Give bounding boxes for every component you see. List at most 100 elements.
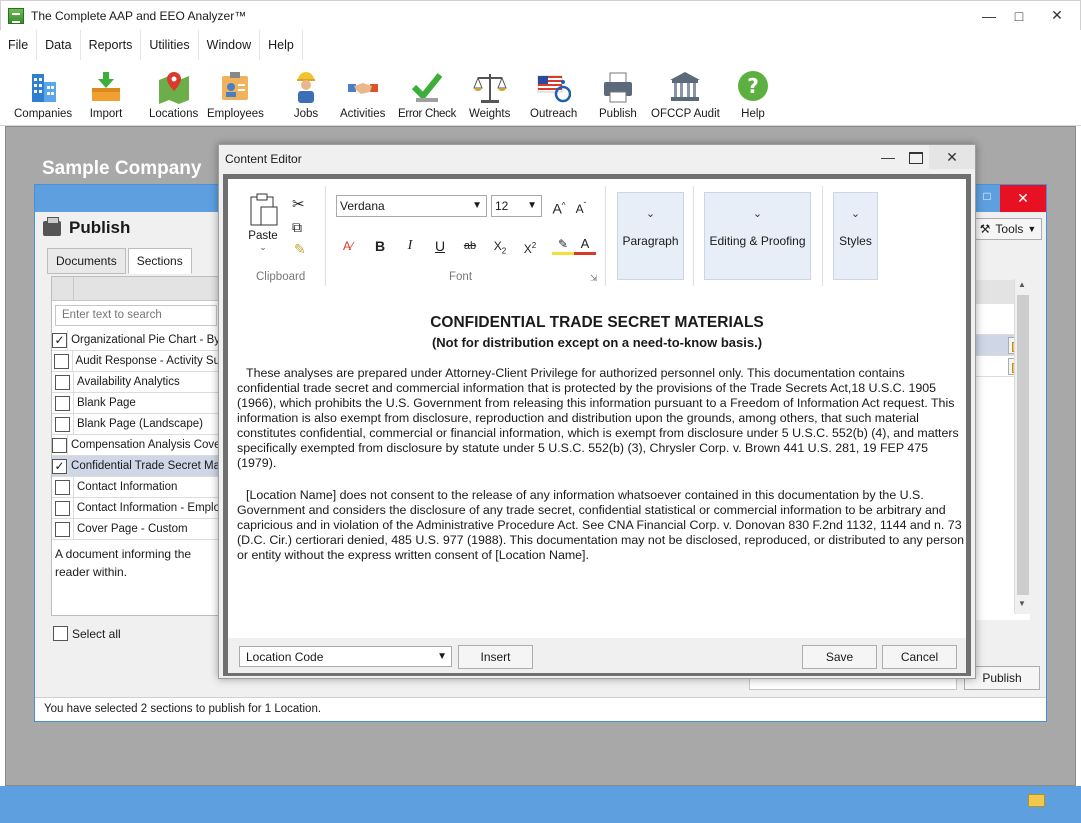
publish-close-button[interactable]: ✕: [1000, 185, 1046, 212]
close-button[interactable]: ✕: [1034, 1, 1080, 30]
menu-help[interactable]: Help: [260, 30, 302, 60]
strikethrough-icon[interactable]: ab: [459, 235, 481, 257]
toolbar-help[interactable]: ? Help: [736, 70, 770, 120]
section-checkbox[interactable]: [54, 500, 70, 516]
toolbar-locations[interactable]: Locations: [149, 70, 198, 120]
tab-sections[interactable]: Sections: [127, 248, 192, 274]
list-item[interactable]: Blank Page: [52, 392, 220, 414]
chevron-down-icon: ▼: [437, 651, 447, 662]
toolbar-import[interactable]: Import: [89, 70, 123, 120]
buildings-icon: [26, 70, 60, 104]
courthouse-icon: [668, 70, 702, 104]
list-item[interactable]: Cover Page - Custom: [52, 518, 220, 540]
section-checkbox[interactable]: [55, 416, 70, 432]
section-checkbox[interactable]: [55, 374, 70, 390]
select-all[interactable]: Select all: [53, 626, 121, 641]
section-description: A document informing the reader within.: [55, 547, 192, 579]
clear-format-icon[interactable]: A∕: [337, 235, 359, 257]
section-checkbox[interactable]: [52, 437, 67, 453]
toolbar-publish[interactable]: Publish: [599, 70, 637, 120]
bold-icon[interactable]: B: [369, 235, 391, 257]
scroll-down-icon[interactable]: ▼: [1018, 599, 1026, 608]
highlight-icon[interactable]: ✎: [552, 235, 574, 255]
cut-icon[interactable]: ✂: [292, 195, 305, 213]
toolbar-jobs[interactable]: Jobs: [289, 70, 323, 120]
toolbar-outreach[interactable]: Outreach: [530, 70, 577, 120]
font-dialog-launcher-icon[interactable]: ⇲: [590, 273, 598, 284]
copy-icon[interactable]: ⧉: [292, 219, 302, 236]
list-item[interactable]: Contact Information - Emplo: [52, 497, 220, 519]
status-bar: You have selected 2 sections to publish …: [35, 697, 1046, 721]
list-item[interactable]: Audit Response - Activity Su: [52, 350, 220, 372]
subscript-icon[interactable]: X2: [489, 235, 511, 257]
toolbar-companies[interactable]: Companies: [14, 70, 72, 120]
tab-documents[interactable]: Documents: [47, 248, 126, 274]
font-name-select[interactable]: Verdana ▼: [336, 195, 487, 217]
toolbar-ofccp-audit[interactable]: OFCCP Audit: [651, 70, 720, 120]
format-painter-icon[interactable]: ✎: [294, 241, 306, 258]
toolbar-error-check[interactable]: Error Check: [398, 70, 456, 120]
section-label: Organizational Pie Chart - By: [71, 334, 220, 346]
publish-maximize-button[interactable]: □: [978, 189, 996, 207]
tools-dropdown[interactable]: ⚒ Tools ▼: [974, 218, 1042, 240]
section-label: Blank Page (Landscape): [77, 418, 203, 430]
scrollbar-thumb[interactable]: [1017, 295, 1029, 595]
section-checkbox[interactable]: [55, 395, 70, 411]
printer-icon: [43, 216, 61, 236]
toolbar-weights[interactable]: Weights: [469, 70, 510, 120]
paragraph-group[interactable]: ⌄ Paragraph: [617, 192, 684, 280]
editor-close-button[interactable]: ✕: [929, 145, 975, 169]
font-size-select[interactable]: 12 ▼: [491, 195, 542, 217]
list-item[interactable]: Compensation Analysis Cove: [52, 434, 220, 456]
document-editor[interactable]: CONFIDENTIAL TRADE SECRET MATERIALS (Not…: [228, 290, 966, 638]
section-checkbox[interactable]: ✓: [52, 332, 68, 348]
font-color-icon[interactable]: A: [574, 235, 596, 255]
menu-utilities[interactable]: Utilities: [141, 30, 197, 60]
maximize-button[interactable]: □: [1004, 1, 1034, 30]
superscript-icon[interactable]: X2: [519, 235, 541, 257]
sections-list: Enter text to search ✓ Organizational Pie…: [51, 276, 221, 616]
search-input[interactable]: Enter text to search: [55, 305, 217, 326]
list-item[interactable]: ✓ Organizational Pie Chart - By: [52, 329, 220, 351]
chevron-down-icon: ⌄: [850, 208, 861, 220]
toolbar-activities[interactable]: Activities: [340, 70, 385, 120]
chevron-down-icon: ⌄: [259, 242, 267, 252]
list-item[interactable]: ✓ Confidential Trade Secret Ma: [52, 455, 220, 477]
document-scrollbar[interactable]: ▲ ▼: [1014, 279, 1030, 613]
list-item[interactable]: Contact Information: [52, 476, 220, 498]
scroll-up-icon[interactable]: ▲: [1018, 280, 1026, 289]
menu-data[interactable]: Data: [37, 30, 79, 60]
italic-icon[interactable]: I: [399, 235, 421, 257]
list-item[interactable]: Blank Page (Landscape): [52, 413, 220, 435]
styles-group[interactable]: ⌄ Styles: [833, 192, 878, 280]
menu-reports[interactable]: Reports: [81, 30, 141, 60]
section-checkbox[interactable]: [54, 353, 70, 369]
section-checkbox[interactable]: ✓: [52, 458, 68, 474]
shrink-font-icon[interactable]: Aˇ: [570, 195, 592, 217]
list-item[interactable]: Availability Analytics: [52, 371, 220, 393]
editing-proofing-group[interactable]: ⌄ Editing & Proofing: [704, 192, 811, 280]
folder-icon[interactable]: [1028, 794, 1045, 807]
toolbar-employees[interactable]: Employees: [207, 70, 264, 120]
insert-button[interactable]: Insert: [458, 645, 533, 669]
editor-maximize-button[interactable]: [909, 152, 923, 164]
section-label: Contact Information: [77, 481, 178, 493]
doc-paragraph-2: [Location Name] does not consent to the …: [237, 488, 965, 562]
menubar: File Data Reports Utilities Window Help: [0, 30, 303, 60]
publish-heading: Publish: [43, 216, 130, 238]
menu-file[interactable]: File: [0, 30, 36, 60]
underline-icon[interactable]: U: [429, 235, 451, 257]
save-button[interactable]: Save: [802, 645, 877, 669]
minimize-button[interactable]: —: [974, 1, 1004, 30]
section-checkbox[interactable]: [55, 521, 70, 537]
field-select[interactable]: Location Code ▼: [239, 646, 452, 667]
grow-font-icon[interactable]: A^: [548, 195, 570, 217]
flag-accessibility-icon: [537, 70, 571, 104]
section-checkbox[interactable]: [55, 479, 70, 495]
cancel-button[interactable]: Cancel: [882, 645, 957, 669]
select-all-checkbox[interactable]: [53, 626, 68, 641]
scales-icon: [472, 70, 507, 104]
paste-button[interactable]: Paste ⌄: [246, 193, 280, 253]
editor-minimize-button[interactable]: —: [881, 149, 897, 165]
menu-window[interactable]: Window: [199, 30, 259, 60]
